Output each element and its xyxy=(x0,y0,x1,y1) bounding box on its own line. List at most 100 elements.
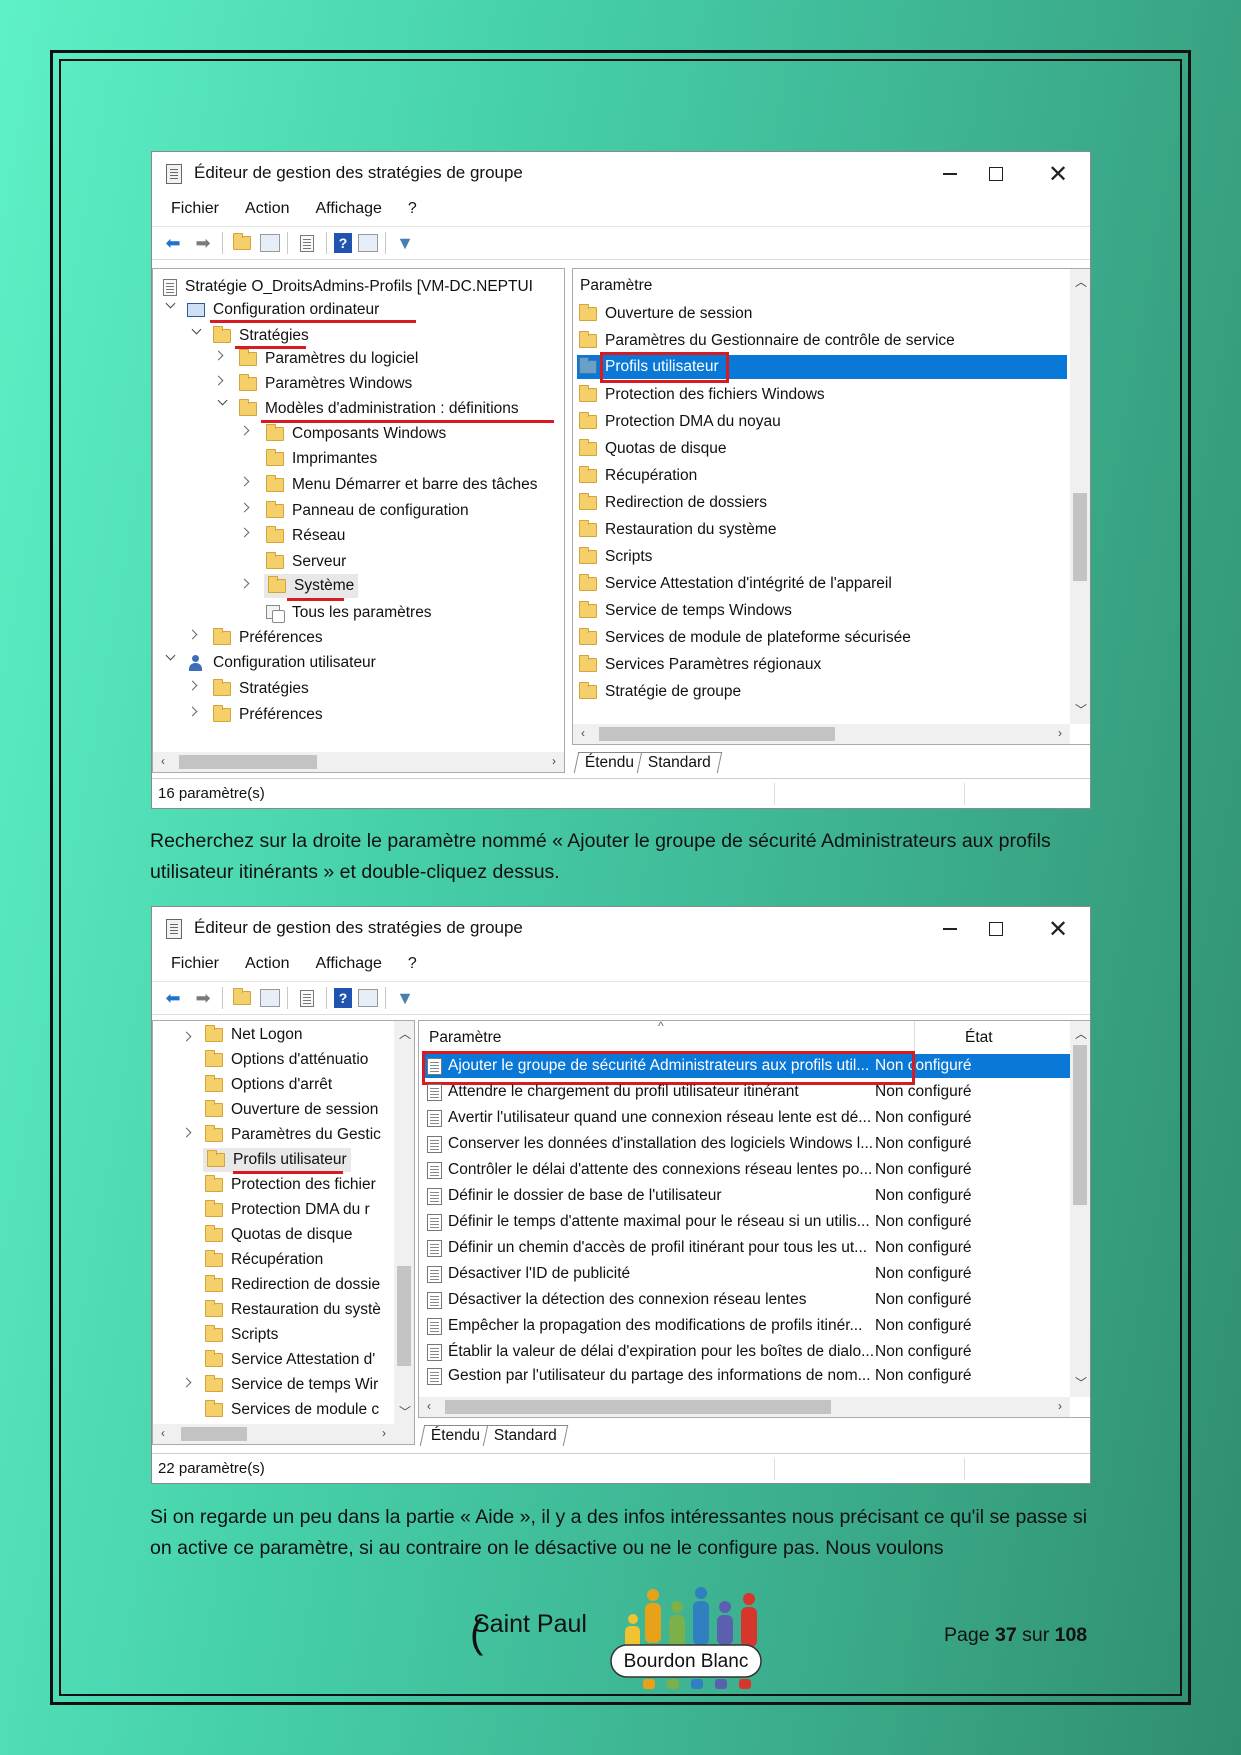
maximize-button[interactable] xyxy=(972,913,1020,945)
list-item[interactable]: Restauration du système xyxy=(579,518,776,542)
tree-preferences[interactable]: Préférences xyxy=(213,626,323,650)
list-item[interactable]: Services de module de plateforme sécuris… xyxy=(579,626,911,650)
policy-row[interactable]: Définir le temps d'attente maximal pour … xyxy=(427,1210,1067,1234)
list-hscrollbar[interactable]: ‹ › xyxy=(419,1397,1070,1417)
menu-help[interactable]: ? xyxy=(395,196,430,226)
tab-etendu[interactable]: Étendu xyxy=(419,1425,492,1446)
tree-item[interactable]: Ouverture de session xyxy=(205,1098,378,1122)
up-folder-icon[interactable] xyxy=(230,231,254,255)
filter-icon[interactable]: ▼ xyxy=(393,986,417,1010)
tree-item[interactable]: Services de module c xyxy=(205,1398,379,1422)
tree-user-config[interactable]: Configuration utilisateur xyxy=(187,651,376,675)
policy-row[interactable]: Définir le dossier de base de l'utilisat… xyxy=(427,1184,1067,1208)
menu-help[interactable]: ? xyxy=(395,951,430,981)
column-header-parametre[interactable]: Paramètre xyxy=(580,273,652,299)
tree-vscrollbar[interactable]: ︿ ﹀ xyxy=(394,1021,414,1424)
back-arrow-icon[interactable]: ⬅ xyxy=(161,231,185,255)
back-arrow-icon[interactable]: ⬅ xyxy=(161,986,185,1010)
tree-start-menu[interactable]: Menu Démarrer et barre des tâches xyxy=(266,473,538,497)
tree-item-profils-selected[interactable]: Profils utilisateur xyxy=(203,1148,351,1172)
menu-affichage[interactable]: Affichage xyxy=(302,196,394,226)
tree-windows-components[interactable]: Composants Windows xyxy=(266,422,446,446)
tree-user-preferences[interactable]: Préférences xyxy=(213,703,323,727)
tree-item[interactable]: Récupération xyxy=(205,1248,323,1272)
export-list-icon[interactable] xyxy=(295,231,319,255)
close-button[interactable]: ✕ xyxy=(1034,913,1082,945)
list-vscrollbar[interactable]: ︿ ﹀ xyxy=(1070,1021,1090,1397)
policy-row[interactable]: Gestion par l'utilisateur du partage des… xyxy=(427,1366,1067,1386)
tree-control-panel[interactable]: Panneau de configuration xyxy=(266,499,469,523)
list-item[interactable]: Paramètres du Gestionnaire de contrôle d… xyxy=(579,329,955,353)
tree-hscrollbar[interactable]: ‹ › xyxy=(153,1424,414,1444)
tree-all-settings[interactable]: Tous les paramètres xyxy=(266,601,432,625)
tree-item[interactable]: Service Attestation d' xyxy=(205,1348,375,1372)
list-item[interactable]: Ouverture de session xyxy=(579,302,752,326)
minimize-button[interactable] xyxy=(926,158,974,190)
policy-row[interactable]: Établir la valeur de délai d'expiration … xyxy=(427,1340,1067,1364)
menu-fichier[interactable]: Fichier xyxy=(158,196,232,226)
tab-etendu[interactable]: Étendu xyxy=(573,752,646,773)
menu-affichage[interactable]: Affichage xyxy=(302,951,394,981)
list-item[interactable]: Service Attestation d'intégrité de l'app… xyxy=(579,572,892,596)
properties-icon[interactable] xyxy=(358,234,378,252)
policy-row[interactable]: Conserver les données d'installation des… xyxy=(427,1132,1067,1156)
tree-hscrollbar[interactable]: ‹ › xyxy=(153,752,564,772)
list-item[interactable]: Services Paramètres régionaux xyxy=(579,653,821,677)
list-item[interactable]: Récupération xyxy=(579,464,697,488)
tree-item[interactable]: Redirection de dossie xyxy=(205,1273,380,1297)
tree-strategies[interactable]: Stratégies xyxy=(213,324,309,348)
tree-item[interactable]: Paramètres du Gestic xyxy=(205,1123,381,1147)
tree-item[interactable]: Service de temps Wir xyxy=(205,1373,378,1397)
tree-item[interactable]: Net Logon xyxy=(205,1023,303,1047)
column-header-etat[interactable]: État xyxy=(965,1025,993,1051)
policy-row[interactable]: Contrôler le délai d'attente des connexi… xyxy=(427,1158,1067,1182)
policy-row[interactable]: Attendre le chargement du profil utilisa… xyxy=(427,1080,1067,1104)
tree-item[interactable]: Protection DMA du r xyxy=(205,1198,370,1222)
tree-printers[interactable]: Imprimantes xyxy=(266,447,377,471)
tree-item[interactable]: Options d'atténuatio xyxy=(205,1048,368,1072)
tree-server[interactable]: Serveur xyxy=(266,550,346,574)
list-item[interactable]: Stratégie de groupe xyxy=(579,680,741,704)
tab-standard[interactable]: Standard xyxy=(636,752,723,773)
list-item[interactable]: Protection des fichiers Windows xyxy=(579,383,825,407)
column-header-parametre[interactable]: Paramètre xyxy=(429,1025,501,1051)
tree-windows-settings[interactable]: Paramètres Windows xyxy=(239,372,412,396)
tree-admin-templates[interactable]: Modèles d'administration : définitions xyxy=(239,397,519,421)
list-item[interactable]: Redirection de dossiers xyxy=(579,491,767,515)
list-item[interactable]: Service de temps Windows xyxy=(579,599,792,623)
minimize-button[interactable] xyxy=(926,913,974,945)
filter-icon[interactable]: ▼ xyxy=(393,231,417,255)
tab-standard[interactable]: Standard xyxy=(482,1425,569,1446)
show-hide-tree-icon[interactable] xyxy=(260,989,280,1007)
list-vscrollbar[interactable]: ︿ ﹀ xyxy=(1070,269,1090,724)
up-folder-icon[interactable] xyxy=(230,986,254,1010)
properties-icon[interactable] xyxy=(358,989,378,1007)
tree-item[interactable]: Protection des fichier xyxy=(205,1173,376,1197)
policy-row[interactable]: Empêcher la propagation des modification… xyxy=(427,1314,1067,1338)
tree-user-strategies[interactable]: Stratégies xyxy=(213,677,309,701)
tree-software-settings[interactable]: Paramètres du logiciel xyxy=(239,347,418,371)
menu-action[interactable]: Action xyxy=(232,196,302,226)
list-hscrollbar[interactable]: ‹ › xyxy=(573,724,1070,744)
close-button[interactable]: ✕ xyxy=(1034,158,1082,190)
tree-item[interactable]: Restauration du systè xyxy=(205,1298,381,1322)
list-item[interactable]: Protection DMA du noyau xyxy=(579,410,781,434)
policy-row[interactable]: Définir un chemin d'accès de profil itin… xyxy=(427,1236,1067,1260)
tree-system[interactable]: Système xyxy=(264,574,359,598)
tree-root[interactable]: Stratégie O_DroitsAdmins-Profils [VM-DC.… xyxy=(163,275,533,299)
tree-computer-config[interactable]: Configuration ordinateur xyxy=(187,298,379,322)
list-item[interactable]: Quotas de disque xyxy=(579,437,727,461)
tree-item[interactable]: Options d'arrêt xyxy=(205,1073,332,1097)
show-hide-tree-icon[interactable] xyxy=(260,234,280,252)
help-icon[interactable]: ? xyxy=(334,988,352,1008)
tree-item[interactable]: Quotas de disque xyxy=(205,1223,353,1247)
menu-fichier[interactable]: Fichier xyxy=(158,951,232,981)
export-list-icon[interactable] xyxy=(295,986,319,1010)
policy-row[interactable]: Avertir l'utilisateur quand une connexio… xyxy=(427,1106,1067,1130)
tree-item[interactable]: Scripts xyxy=(205,1323,278,1347)
policy-row[interactable]: Désactiver l'ID de publicité Non configur… xyxy=(427,1262,1067,1286)
forward-arrow-icon[interactable]: ➡ xyxy=(191,231,215,255)
maximize-button[interactable] xyxy=(972,158,1020,190)
policy-row[interactable]: Désactiver la détection des connexion ré… xyxy=(427,1288,1067,1312)
list-item[interactable]: Scripts xyxy=(579,545,652,569)
